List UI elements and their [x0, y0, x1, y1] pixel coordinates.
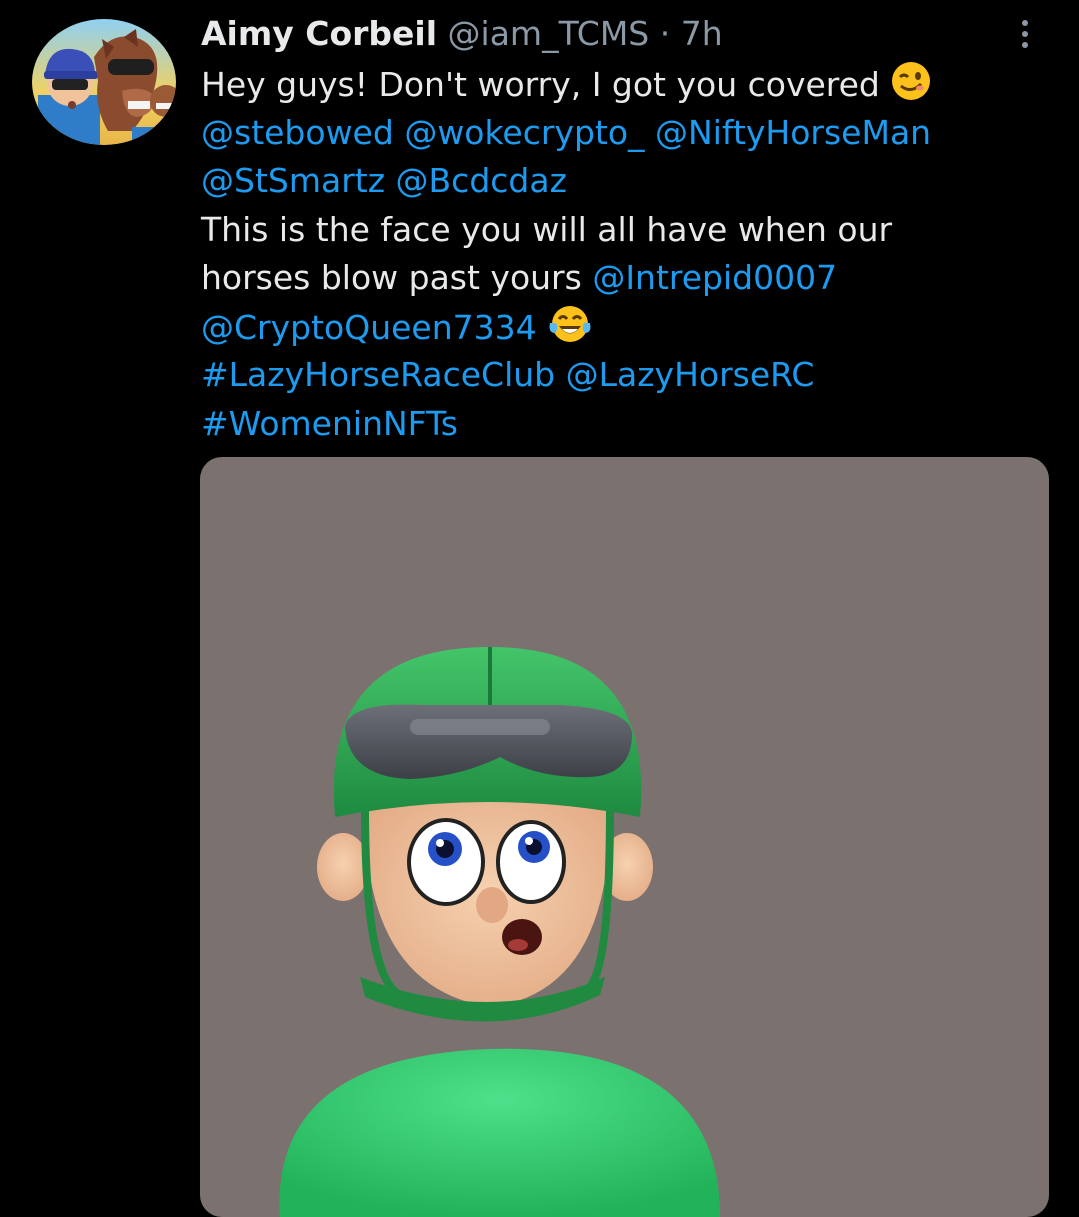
hashtag-link[interactable]: #LazyHorseRaceClub	[201, 355, 555, 394]
tweet-text-segment	[555, 355, 566, 394]
winking-face-emoji	[890, 60, 932, 116]
tweet-text-segment	[537, 308, 548, 347]
tweet-text-line: @stebowed @wokecrypto_ @NiftyHorseMan	[201, 109, 1051, 158]
more-dot	[1022, 42, 1028, 48]
hashtag-link[interactable]: #WomeninNFTs	[201, 404, 458, 443]
jockey-avatar-image	[279, 647, 720, 1217]
mention-link[interactable]: @StSmartz	[201, 161, 385, 200]
author-handle[interactable]: @iam_TCMS	[448, 14, 650, 53]
mention-link[interactable]: @NiftyHorseMan	[655, 113, 931, 152]
tweet-header: Aimy Corbeil @iam_TCMS · 7h	[201, 8, 1051, 60]
tweet-text-line: horses blow past yours @Intrepid0007	[201, 254, 1051, 303]
mention-link[interactable]: @wokecrypto_	[404, 113, 644, 152]
header-separator: ·	[659, 14, 671, 53]
tweet-text-line: #LazyHorseRaceClub @LazyHorseRC	[201, 351, 1051, 400]
more-dot	[1022, 31, 1028, 37]
more-dot	[1022, 20, 1028, 26]
tweet-text-segment: This is the face you will all have when …	[201, 209, 893, 249]
tweet-media[interactable]	[200, 457, 1049, 1217]
tweet-timestamp[interactable]: 7h	[681, 14, 723, 53]
tweet-text-line: #WomeninNFTs	[201, 400, 1051, 449]
mention-link[interactable]: @LazyHorseRC	[566, 355, 815, 394]
more-vertical-icon[interactable]	[1012, 14, 1038, 54]
mention-link[interactable]: @CryptoQueen7334	[201, 308, 537, 347]
tweet-text-segment	[394, 113, 405, 152]
tweet-text-segment: Hey guys! Don't worry, I got you covered	[201, 65, 891, 104]
mention-link[interactable]: @Bcdcdaz	[396, 161, 567, 200]
tweet-text-segment: horses blow past yours	[201, 258, 593, 297]
tweet-text-segment	[645, 113, 656, 152]
author-display-name[interactable]: Aimy Corbeil	[201, 14, 437, 53]
avatar-image	[32, 19, 176, 145]
tweet-text: Hey guys! Don't worry, I got you covered…	[201, 60, 1051, 448]
tweet-body: Aimy Corbeil @iam_TCMS · 7h Hey guys! Do…	[201, 8, 1051, 448]
tweet-text-line: Hey guys! Don't worry, I got you covered	[201, 60, 1051, 109]
tweet-text-line: This is the face you will all have when …	[201, 206, 1051, 255]
mention-link[interactable]: @stebowed	[201, 113, 394, 152]
tears-of-joy-emoji	[547, 303, 593, 359]
mention-link[interactable]: @Intrepid0007	[592, 258, 837, 297]
tweet-text-segment	[385, 161, 396, 200]
tweet-text-line: @StSmartz @Bcdcdaz	[201, 157, 1051, 206]
tweet-text-line: @CryptoQueen7334	[201, 303, 1051, 352]
author-avatar[interactable]	[32, 19, 176, 145]
